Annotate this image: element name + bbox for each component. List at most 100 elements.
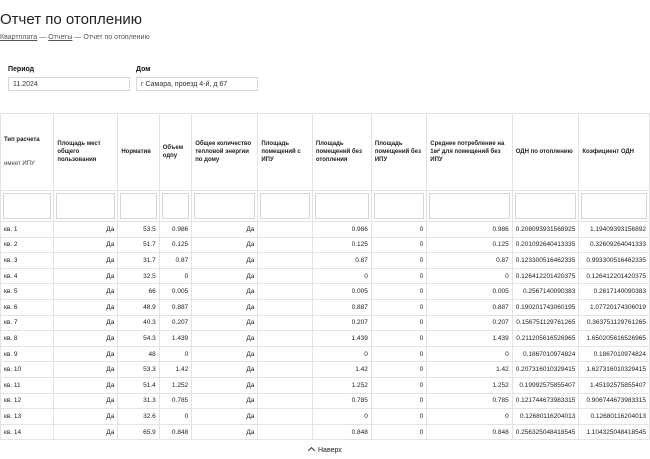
table-cell: 51.4 — [117, 376, 160, 394]
table-cell: 0.211205616526965 — [511, 330, 580, 347]
table-cell: 0.207316010329415 — [511, 361, 580, 378]
table-cell: 0 — [370, 392, 428, 410]
scroll-to-top-button[interactable]: Наверх — [305, 446, 346, 455]
table-cell: 1.252 — [311, 376, 372, 394]
table-cell: Да — [53, 408, 119, 425]
breadcrumb-link-kvartplata[interactable]: Квартплата — [0, 34, 37, 41]
table-cell: 0.986 — [158, 221, 193, 238]
table-cell: кв. 13 — [0, 408, 55, 425]
table-cell: 0.785 — [311, 392, 372, 410]
table-cell: 0 — [158, 345, 193, 363]
table-cell: 0.363751129761265 — [578, 314, 650, 332]
col-odn-coef[interactable]: Коэфициент ОДН — [578, 113, 650, 191]
table-cell: 0 — [311, 267, 372, 285]
col-odn-heating[interactable]: ОДН по отоплению — [511, 113, 580, 191]
table-cell: кв. 4 — [0, 267, 55, 285]
breadcrumb: Квартплата — Отчеты — Отчет по отоплению — [0, 34, 150, 41]
filter-cell[interactable] — [158, 190, 193, 222]
table-cell: 0.87 — [311, 252, 372, 269]
table-cell: Да — [53, 298, 119, 316]
filter-cell[interactable] — [578, 190, 650, 222]
table-cell: Да — [53, 267, 119, 285]
table-cell: 53.5 — [117, 221, 160, 238]
table-cell: Да — [53, 236, 119, 254]
col-norm[interactable]: Норматив — [117, 113, 160, 191]
table-cell: 0.87 — [158, 252, 193, 269]
breadcrumb-link-reports[interactable]: Отчеты — [48, 34, 72, 41]
table-cell: 0.993300516462335 — [578, 252, 650, 269]
table-cell: 66 — [117, 283, 160, 300]
filter-cell[interactable] — [311, 190, 372, 222]
table-cell: 0.32609264041333 — [578, 236, 650, 254]
table-cell: Да — [191, 392, 259, 410]
period-field[interactable]: 11.2024 — [8, 77, 130, 91]
col-area-no-ipu[interactable]: Площадь помещений без ИПУ — [370, 113, 428, 191]
table-cell: 0.19992575855407 — [511, 376, 580, 394]
table-row: кв. 1 Да 53.5 0.986 Да 0.986 0 0.986 0.208093931… — [0, 221, 650, 238]
table-cell: 1.42 — [426, 361, 513, 378]
filter-cell[interactable] — [0, 190, 55, 222]
table-cell: Да — [191, 330, 259, 347]
house-field[interactable]: г Самара, проезд 4-й, д 67 — [136, 77, 258, 91]
table-cell: 0.887 — [158, 298, 193, 316]
table-cell: Да — [53, 376, 119, 394]
table-cell: 1.627316010329415 — [578, 361, 650, 378]
table-cell: Да — [191, 236, 259, 254]
table-cell: 0.156751129761265 — [511, 314, 580, 332]
table-cell: 51.7 — [117, 236, 160, 254]
table-cell: Да — [191, 345, 259, 363]
col-avg-consumption[interactable]: Среднее потребление на 1м² для помещений… — [426, 113, 513, 191]
filter-cell[interactable] — [53, 190, 119, 222]
table-cell: 1.104325048418545 — [578, 423, 650, 441]
table-cell: 40.3 — [117, 314, 160, 332]
table-cell: Да — [53, 221, 119, 238]
col-area-no-heating[interactable]: Площадь помещений без отопления — [311, 113, 372, 191]
table-cell — [257, 392, 313, 410]
table-cell: 0.1867010974824 — [511, 345, 580, 363]
filter-cell[interactable] — [511, 190, 580, 222]
filter-cell[interactable] — [426, 190, 513, 222]
table-cell: 0.201092640413335 — [511, 236, 580, 254]
table-cell: Да — [53, 314, 119, 332]
table-cell: 0.785 — [426, 392, 513, 410]
table-row: кв. 13 Да 32.6 0 Да 0 0 0 0.12680116204013 0.1268… — [0, 408, 650, 425]
table-filter-row — [0, 190, 650, 222]
filter-cell[interactable] — [191, 190, 259, 222]
table-cell: 54.3 — [117, 330, 160, 347]
table-cell — [257, 236, 313, 254]
table-cell: 1.07720174306019 — [578, 298, 650, 316]
table-cell: 0.005 — [311, 283, 372, 300]
period-label: Период — [8, 66, 35, 73]
table-cell: 0.87 — [426, 252, 513, 269]
table-cell: кв. 11 — [0, 376, 55, 394]
table-cell: 0.005 — [158, 283, 193, 300]
table-cell: 1.439 — [158, 330, 193, 347]
col-common-area[interactable]: Площадь мест общего пользования — [53, 113, 119, 191]
table-cell: Да — [53, 330, 119, 347]
table-cell: 32.5 — [117, 267, 160, 285]
table-cell: 0.256325048418545 — [511, 423, 580, 441]
col-area-with-ipu[interactable]: Площадь помещений с ИПУ — [257, 113, 313, 191]
table-cell: 0 — [370, 330, 428, 347]
col-calc-type[interactable]: Тип расчета имеет ИПУ — [0, 113, 55, 191]
filter-cell[interactable] — [257, 190, 313, 222]
filter-cell[interactable] — [117, 190, 160, 222]
col-odpu-volume[interactable]: Объем одпу — [158, 113, 193, 191]
table-cell: Да — [191, 376, 259, 394]
table-cell: 1.252 — [158, 376, 193, 394]
table-cell: 0.906744673983315 — [578, 392, 650, 410]
table-cell: 0 — [370, 314, 428, 332]
table-cell — [257, 361, 313, 378]
filter-cell[interactable] — [370, 190, 428, 222]
table-cell: Да — [191, 267, 259, 285]
table-cell: 0.2567140090383 — [511, 283, 580, 300]
table-cell — [257, 283, 313, 300]
chevron-up-icon — [307, 446, 316, 455]
table-cell: Да — [53, 392, 119, 410]
table-cell: кв. 5 — [0, 283, 55, 300]
table-cell: Да — [53, 252, 119, 269]
table-cell: 1.42 — [158, 361, 193, 378]
table-cell — [257, 330, 313, 347]
col-total-energy[interactable]: Общее количество тепловой энергии по дом… — [191, 113, 259, 191]
table-cell: 48 — [117, 345, 160, 363]
